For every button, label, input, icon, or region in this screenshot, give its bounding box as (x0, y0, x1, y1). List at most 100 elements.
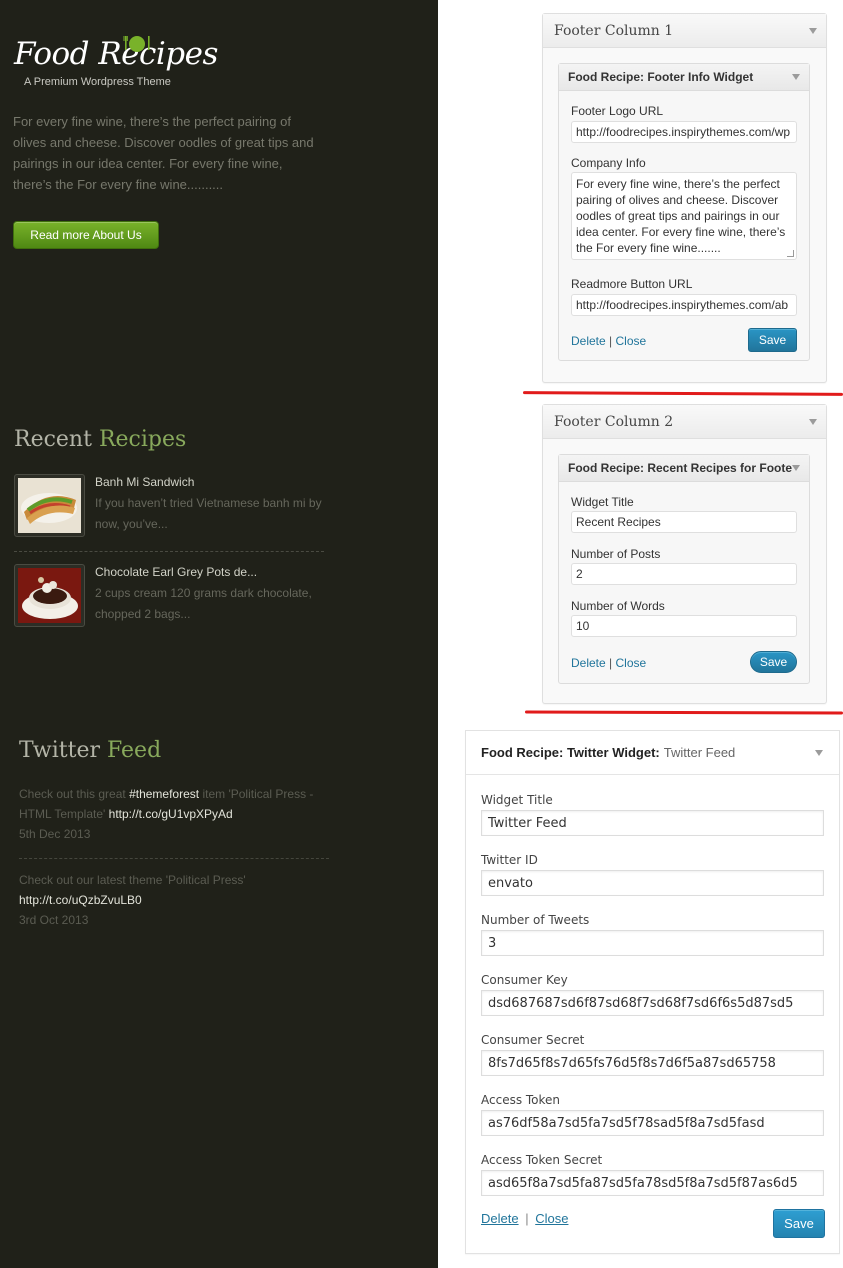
tweet-item: Check out our latest theme 'Political Pr… (19, 870, 331, 930)
number-of-posts-label: Number of Posts (571, 547, 661, 561)
widget-toggle-icon[interactable] (815, 749, 823, 756)
close-link[interactable]: Close (535, 1211, 568, 1226)
close-link[interactable]: Close (615, 334, 646, 348)
tweet-link[interactable]: http://t.co/gU1vpXPyAd (109, 807, 233, 821)
consumer-secret-input[interactable]: 8fs7d65f8s7d65fs76d5f8s7d6f5a87sd65758 (481, 1050, 824, 1076)
recipe-item[interactable]: Banh Mi Sandwich If you haven’t tried Vi… (14, 474, 324, 544)
widget-control-links: Delete | Close (571, 334, 646, 348)
save-button[interactable]: Save (748, 328, 797, 352)
readmore-url-input[interactable]: http://foodrecipes.inspirythemes.com/ab (571, 294, 797, 316)
sandwich-image-icon (18, 478, 81, 533)
tweet-item: Check out this great #themeforest item '… (19, 784, 331, 844)
separator: | (605, 656, 616, 670)
about-text: For every fine wine, there’s the perfect… (13, 114, 314, 192)
save-button[interactable]: Save (750, 651, 797, 673)
widget-header[interactable]: Food Recipe: Recent Recipes for Foote (559, 455, 809, 482)
widget-title: Food Recipe: Footer Info Widget (568, 70, 754, 84)
footer-column-1-panel: Footer Column 1 Food Recipe: Footer Info… (542, 13, 827, 383)
widget-instance-title: Twitter Feed (663, 745, 736, 760)
tweet-hashtag-link[interactable]: #themeforest (129, 787, 199, 801)
widget-toggle-icon[interactable] (792, 74, 800, 80)
logo-text: Food Recipes (14, 36, 218, 72)
red-divider-line (522, 391, 843, 396)
tweet-link[interactable]: http://t.co/uQzbZvuLB0 (19, 893, 142, 907)
widget-title-input[interactable]: Twitter Feed (481, 810, 824, 836)
delete-link[interactable]: Delete (571, 334, 606, 348)
heading-part: Twitter (19, 738, 107, 763)
save-button[interactable]: Save (773, 1209, 825, 1238)
number-of-posts-input[interactable]: 2 (571, 563, 797, 585)
widget-title: Food Recipe: Recent Recipes for Foote (568, 461, 793, 475)
access-token-input[interactable]: as76df58a7sd5fa7sd5f78sad5f8a7sd5fasd (481, 1110, 824, 1136)
twitter-id-input[interactable]: envato (481, 870, 824, 896)
plate-icon (123, 36, 150, 52)
widget-title: Food Recipe: Twitter Widget: (481, 745, 660, 760)
widget-control-links: Delete | Close (481, 1211, 568, 1226)
recipe-excerpt: If you haven’t tried Vietnamese banh mi … (95, 496, 322, 531)
heading-accent: Feed (106, 738, 162, 763)
number-of-tweets-label: Number of Tweets (481, 913, 590, 927)
recipe-thumbnail[interactable] (14, 474, 85, 537)
number-of-tweets-input[interactable]: 3 (481, 930, 824, 956)
delete-link[interactable]: Delete (481, 1211, 519, 1226)
footer-column-2-panel: Footer Column 2 Food Recipe: Recent Reci… (542, 404, 827, 704)
twitter-id-label: Twitter ID (481, 853, 538, 867)
logo-url-label: Footer Logo URL (571, 104, 664, 118)
recipe-title[interactable]: Banh Mi Sandwich (95, 475, 194, 489)
separator: | (525, 1211, 529, 1226)
access-token-secret-label: Access Token Secret (481, 1153, 603, 1167)
tweet-text: Check out our latest theme 'Political Pr… (19, 873, 246, 887)
heading-accent: Recipes (98, 427, 187, 452)
site-logo[interactable]: Food Recipes A Premium Wordpress Theme (14, 30, 218, 94)
tweet-date: 3rd Oct 2013 (19, 913, 89, 927)
divider (14, 551, 324, 552)
recent-recipes-heading: Recent Recipes (14, 427, 186, 452)
tweet-date: 5th Dec 2013 (19, 827, 91, 841)
widget-title-label: Widget Title (571, 495, 634, 509)
twitter-widget-panel: Food Recipe: Twitter Widget: Twitter Feed… (465, 730, 840, 1254)
heading-part: Recent (14, 427, 99, 452)
collapse-arrow-icon[interactable] (809, 27, 817, 34)
recipe-item[interactable]: Chocolate Earl Grey Pots de... 2 cups cr… (14, 564, 324, 634)
delete-link[interactable]: Delete (571, 656, 606, 670)
company-info-textarea[interactable]: For every fine wine, there’s the perfect… (571, 172, 797, 260)
sidebar-title: Footer Column 1 (554, 22, 674, 39)
consumer-secret-label: Consumer Secret (481, 1033, 585, 1047)
access-token-secret-input[interactable]: asd65f8a7sd5fa87sd5fa78sd5f8a7sd5f87as6d… (481, 1170, 824, 1196)
footer-info-widget: Food Recipe: Footer Info Widget Footer L… (558, 63, 810, 361)
sidebar-header[interactable]: Footer Column 2 (543, 405, 826, 439)
twitter-feed-heading: Twitter Feed (19, 738, 161, 763)
number-of-words-label: Number of Words (571, 599, 665, 613)
widget-title-input[interactable]: Recent Recipes (571, 511, 797, 533)
recipe-excerpt: 2 cups cream 120 grams dark chocolate, c… (95, 586, 312, 621)
company-info-label: Company Info (571, 156, 646, 170)
recipe-thumbnail[interactable] (14, 564, 85, 627)
divider (19, 858, 329, 859)
read-more-about-button[interactable]: Read more About Us (13, 221, 159, 249)
collapse-arrow-icon[interactable] (809, 418, 817, 425)
close-link[interactable]: Close (615, 656, 646, 670)
red-divider-line (524, 710, 843, 715)
widget-header[interactable]: Food Recipe: Twitter Widget: Twitter Feed (466, 731, 839, 775)
consumer-key-input[interactable]: dsd687687sd6f87sd68f7sd68f7sd6f6s5d87sd5 (481, 990, 824, 1016)
chocolate-pot-image-icon (18, 568, 81, 623)
readmore-url-label: Readmore Button URL (571, 277, 693, 291)
widget-header[interactable]: Food Recipe: Footer Info Widget (559, 64, 809, 91)
number-of-words-input[interactable]: 10 (571, 615, 797, 637)
sidebar-header[interactable]: Footer Column 1 (543, 14, 826, 48)
consumer-key-label: Consumer Key (481, 973, 568, 987)
separator: | (605, 334, 616, 348)
logo-url-input[interactable]: http://foodrecipes.inspirythemes.com/wp (571, 121, 797, 143)
recipe-title[interactable]: Chocolate Earl Grey Pots de... (95, 565, 257, 579)
resize-grip-icon[interactable] (787, 250, 794, 257)
recent-recipes-widget: Food Recipe: Recent Recipes for Foote Wi… (558, 454, 810, 684)
widget-toggle-icon[interactable] (792, 465, 800, 471)
logo-tagline: A Premium Wordpress Theme (24, 76, 171, 88)
tweet-text: Check out this great (19, 787, 130, 801)
widget-title-label: Widget Title (481, 793, 553, 807)
sidebar-title: Footer Column 2 (554, 413, 674, 430)
access-token-label: Access Token (481, 1093, 561, 1107)
footer-preview: Food Recipes A Premium Wordpress Theme F… (0, 0, 438, 1268)
textarea-content: For every fine wine, there’s the perfect… (576, 177, 786, 255)
widget-control-links: Delete | Close (571, 656, 646, 670)
